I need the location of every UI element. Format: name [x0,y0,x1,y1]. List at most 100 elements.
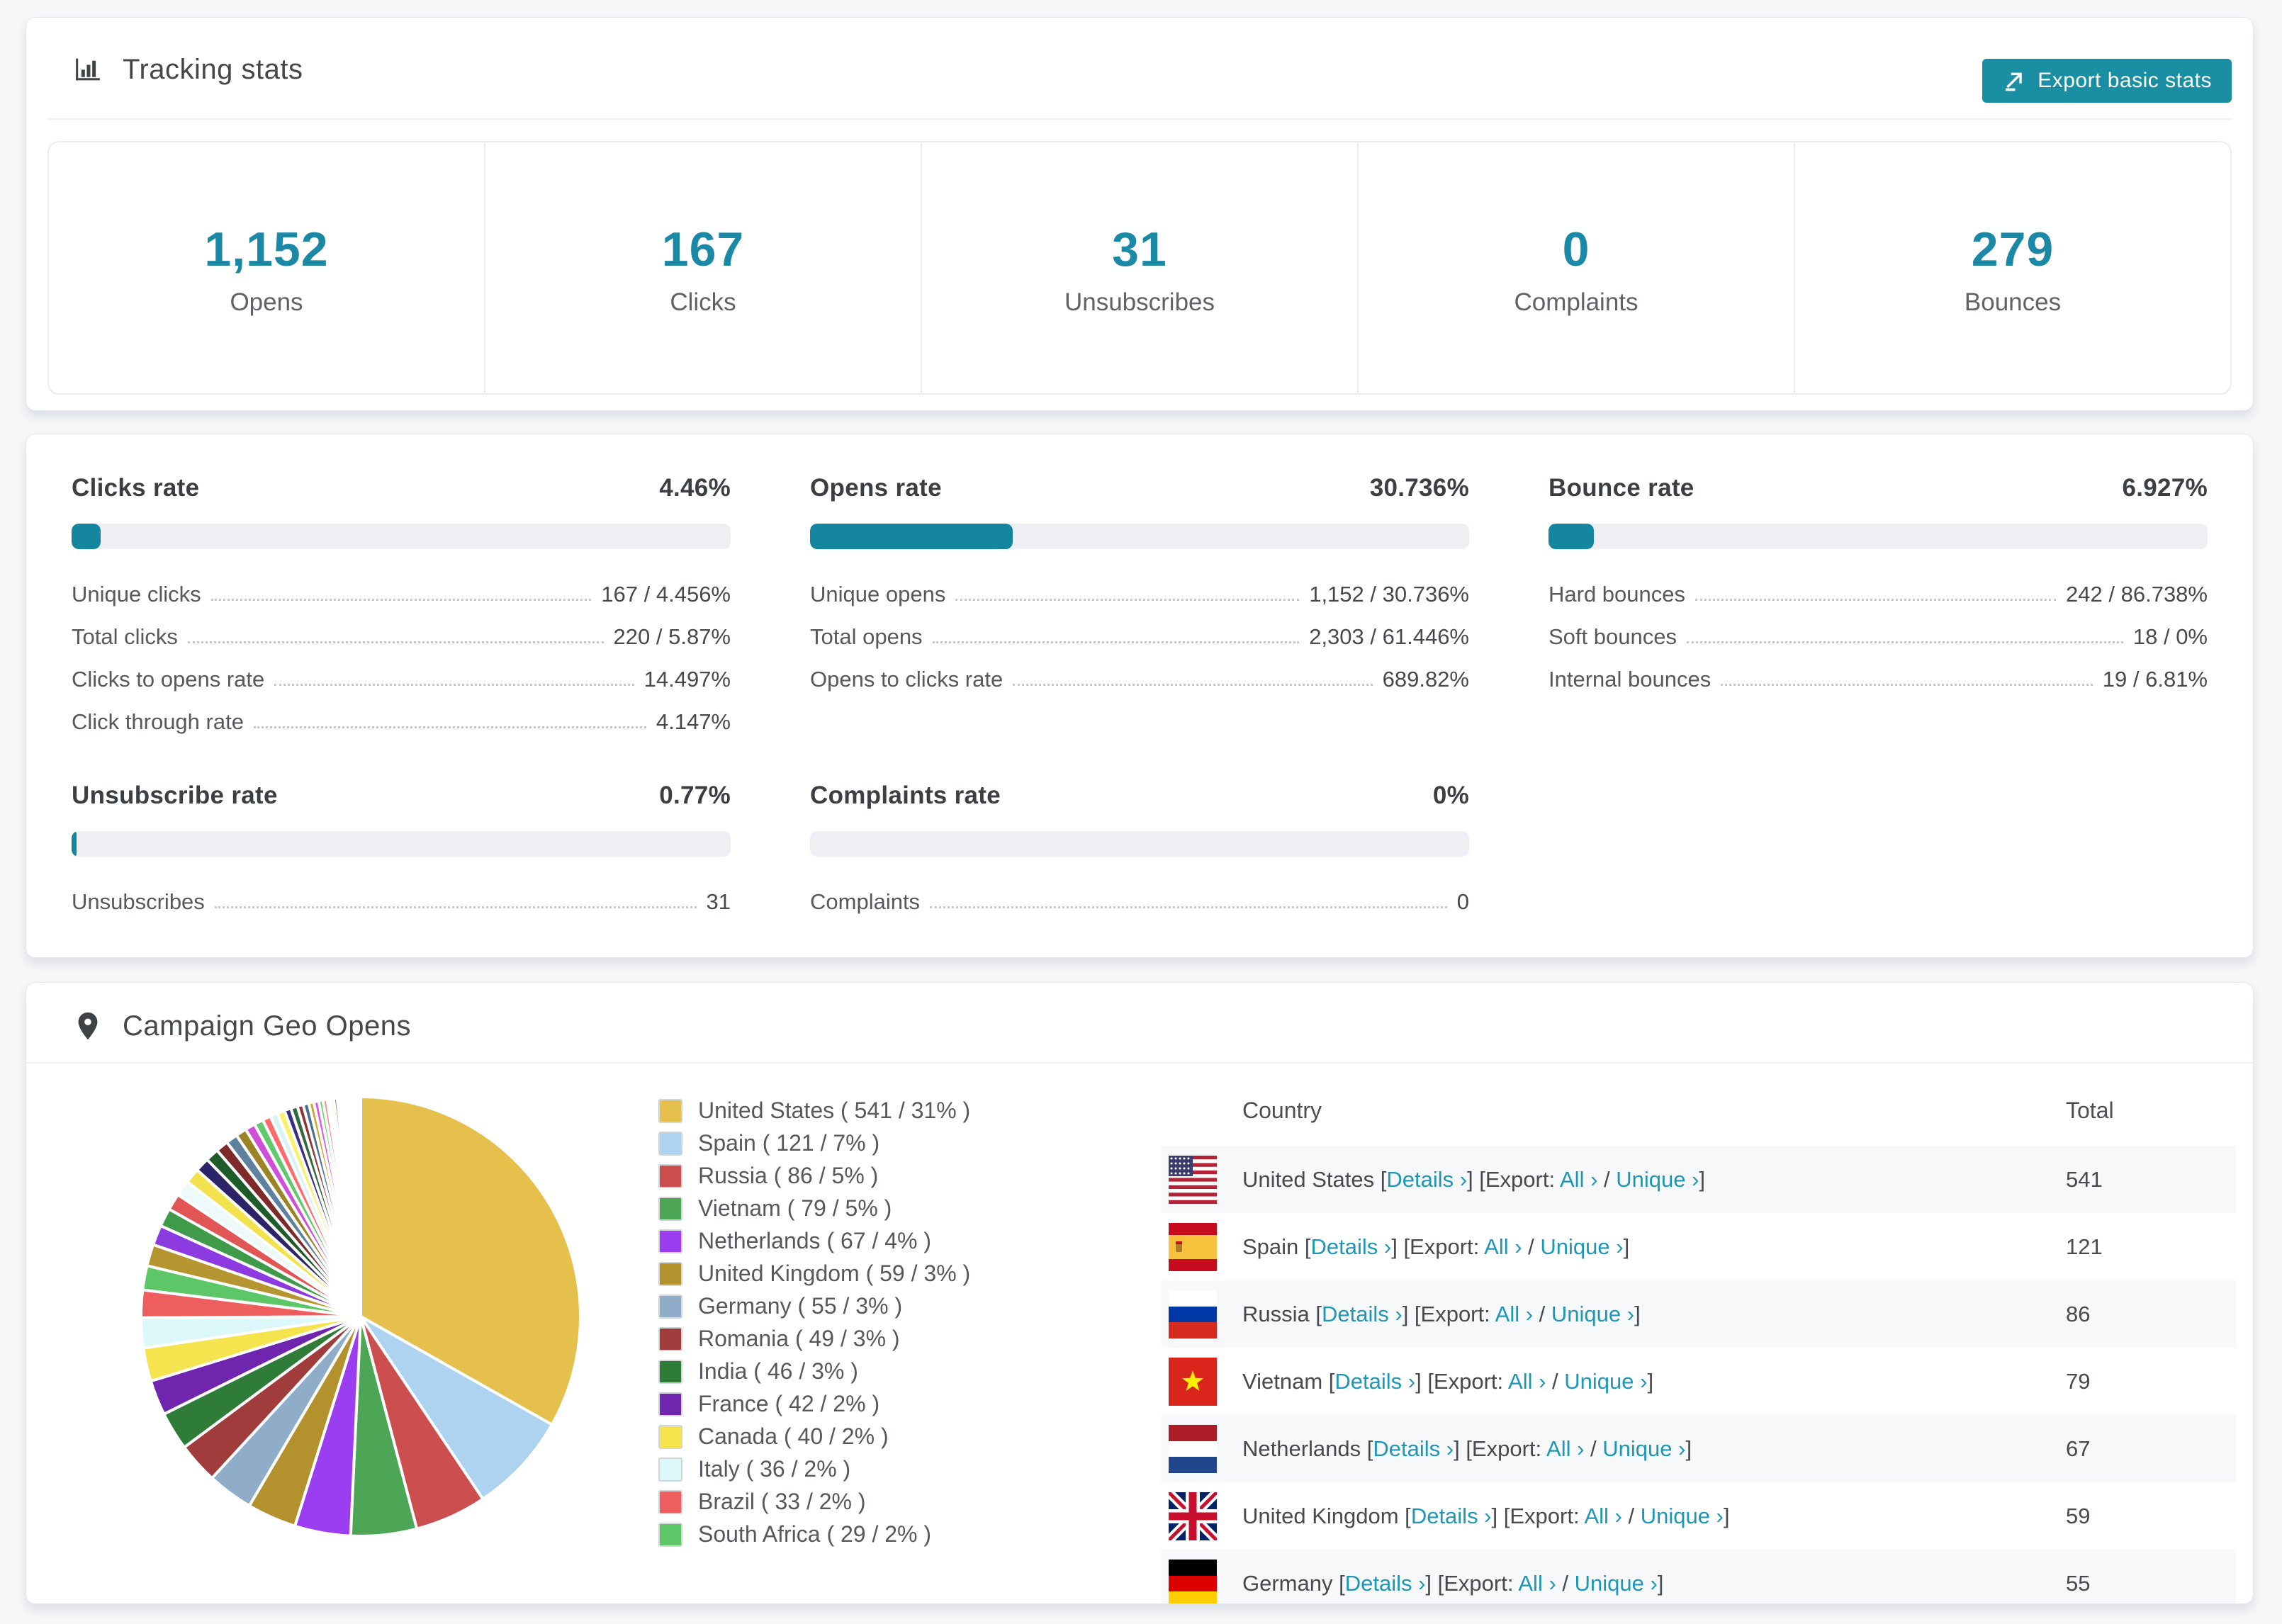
legend-swatch [658,1261,682,1286]
details-link[interactable]: Details › [1334,1369,1415,1394]
rate-title: Bounce rate [1548,474,1694,502]
metric-value: 220 / 5.87% [613,624,731,649]
metric-label: Hard bounces [1548,582,1686,607]
details-link[interactable]: Details › [1311,1234,1392,1259]
legend-label: Spain ( 121 / 7% ) [698,1130,880,1156]
stat-bounces: 279 Bounces [1795,142,2230,393]
legend-swatch [658,1196,682,1221]
metric-value: 18 / 0% [2132,624,2208,649]
country-cell: Germany [Details ›] [Export: All › / Uni… [1242,1570,1664,1596]
export-unique-link[interactable]: Unique › [1551,1302,1634,1326]
bounce-rate-block: Bounce rate 6.927% Hard bounces 242 / 86.… [1548,474,2208,735]
legend-item: Canada ( 40 / 2% ) [658,1423,970,1450]
table-row: Vietnam [Details ›] [Export: All › / Uni… [1162,1348,2236,1415]
us-flag-icon [1169,1155,1217,1204]
metric-label: Complaints [810,889,921,914]
country-cell: United Kingdom [Details ›] [Export: All … [1242,1503,1730,1528]
unsubscribe-rate-progressbar [72,831,731,857]
legend-label: Vietnam ( 79 / 5% ) [698,1195,892,1221]
details-link[interactable]: Details › [1345,1571,1426,1596]
legend-swatch [658,1424,682,1449]
progress-fill [1548,524,1595,549]
legend-label: Canada ( 40 / 2% ) [698,1423,889,1449]
export-unique-link[interactable]: Unique › [1564,1369,1647,1394]
table-row: Russia [Details ›] [Export: All › / Uniq… [1162,1280,2236,1348]
export-all-link[interactable]: All › [1546,1436,1584,1461]
country-cell: Russia [Details ›] [Export: All › / Uniq… [1242,1301,1641,1326]
map-pin-icon [78,1012,98,1040]
total-cell: 79 [2066,1368,2091,1394]
legend-swatch [658,1359,682,1384]
export-all-link[interactable]: All › [1495,1302,1533,1326]
legend-item: United Kingdom ( 59 / 3% ) [658,1261,970,1287]
export-unique-link[interactable]: Unique › [1616,1167,1699,1192]
details-link[interactable]: Details › [1373,1436,1454,1461]
total-cell: 59 [2066,1503,2091,1528]
dotted-leader [210,599,592,601]
metric-value: 167 / 4.456% [601,582,731,607]
export-all-link[interactable]: All › [1484,1234,1522,1259]
pie-slice[interactable] [358,1095,362,1318]
legend-item: Russia ( 86 / 5% ) [658,1163,970,1189]
rate-value: 30.736% [1369,474,1469,502]
legend-item: United States ( 541 / 31% ) [658,1098,970,1124]
legend-label: United States ( 541 / 31% ) [698,1098,971,1123]
opens-rate-progressbar [810,524,1469,549]
export-all-link[interactable]: All › [1508,1369,1546,1394]
legend-label: United Kingdom ( 59 / 3% ) [698,1261,971,1286]
stat-value: 0 [1562,222,1590,276]
dotted-leader [1013,684,1373,686]
details-link[interactable]: Details › [1322,1302,1403,1326]
export-all-link[interactable]: All › [1560,1167,1597,1192]
geo-content: United States ( 541 / 31% ) Spain ( 121 /… [26,1064,2253,1603]
metric-label: Opens to clicks rate [810,667,1004,692]
export-basic-stats-button[interactable]: Export basic stats [1982,59,2232,103]
es-flag-icon [1169,1222,1217,1271]
legend-swatch [658,1457,682,1482]
export-unique-link[interactable]: Unique › [1575,1571,1658,1596]
legend-item: South Africa ( 29 / 2% ) [658,1521,970,1547]
legend-label: Italy ( 36 / 2% ) [698,1456,851,1482]
total-cell: 86 [2066,1301,2091,1326]
dotted-leader [1686,641,2123,643]
details-link[interactable]: Details › [1386,1167,1467,1192]
table-row: United Kingdom [Details ›] [Export: All … [1162,1482,2236,1550]
stat-label: Unsubscribes [1064,288,1215,316]
country-cell: Netherlands [Details ›] [Export: All › /… [1242,1436,1692,1461]
page-title: Tracking stats [123,53,303,85]
legend-swatch [658,1131,682,1156]
export-all-link[interactable]: All › [1518,1571,1556,1596]
export-unique-link[interactable]: Unique › [1602,1436,1685,1461]
country-cell: Spain [Details ›] [Export: All › / Uniqu… [1242,1234,1630,1259]
tracking-stats-card: Tracking stats Export basic stats 1,152 … [26,17,2254,411]
metric-label: Total opens [810,624,923,649]
metric-label: Unique clicks [72,582,201,607]
stat-label: Bounces [1964,288,2062,316]
stat-value: 1,152 [204,222,329,276]
geo-legend: United States ( 541 / 31% ) Spain ( 121 /… [658,1098,970,1554]
unsubscribe-rate-block: Unsubscribe rate 0.77% Unsubscribes 31 [72,782,731,915]
details-link[interactable]: Details › [1411,1504,1492,1528]
stat-complaints: 0 Complaints [1359,142,1795,393]
legend-swatch [658,1163,682,1188]
geo-section-title: Campaign Geo Opens [123,1010,412,1042]
dotted-leader [1695,599,2057,601]
legend-swatch [658,1229,682,1253]
export-unique-link[interactable]: Unique › [1641,1504,1724,1528]
legend-label: Germany ( 55 / 3% ) [698,1293,903,1319]
metric-label: Unique opens [810,582,946,607]
stat-clicks: 167 Clicks [485,142,922,393]
dotted-leader [253,726,646,728]
export-all-link[interactable]: All › [1584,1504,1621,1528]
legend-swatch [658,1098,682,1123]
metric-label: Total clicks [72,624,178,649]
metric-value: 242 / 86.738% [2066,582,2208,607]
rate-title: Unsubscribe rate [72,782,278,809]
metric-label: Clicks to opens rate [72,667,265,692]
clicks-rate-progressbar [72,524,731,549]
ru-flag-icon [1169,1290,1217,1338]
rate-value: 0% [1432,782,1469,809]
geo-pie-chart [140,1095,582,1538]
export-unique-link[interactable]: Unique › [1540,1234,1623,1259]
dotted-leader [214,906,697,908]
